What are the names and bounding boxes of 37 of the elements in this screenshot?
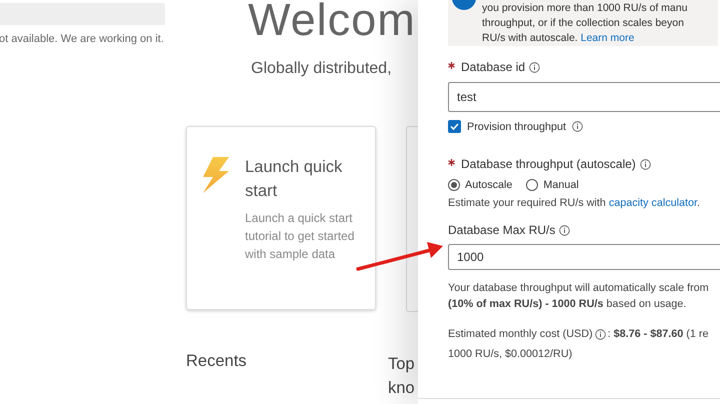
radio-button[interactable] <box>526 179 538 191</box>
capacity-calculator-link[interactable]: capacity calculator <box>608 197 698 209</box>
info-icon <box>529 62 540 72</box>
checkbox-label: Provision throughput <box>467 120 566 132</box>
heading-text: kno <box>388 378 415 399</box>
autoscale-text: (10% of max RU/s) - 1000 RU/s based on usage. <box>448 297 688 312</box>
cost-value: : $8.76 - $87.60 (1 re <box>608 327 708 342</box>
card-title: Launch quick start <box>245 157 344 202</box>
subtitle: Globally distributed, <box>251 60 393 78</box>
learn-more-link[interactable]: Learn more <box>580 32 634 44</box>
info-icon <box>594 328 606 340</box>
info-icon <box>572 121 584 132</box>
radio-button[interactable] <box>448 179 460 191</box>
autoscale-text: Your database throughput will automatically scale from <box>448 281 710 296</box>
heading-text: Top <box>388 354 415 375</box>
database-id-label: Database id <box>461 60 526 74</box>
estimate-text: Estimate your required RU/s with <box>448 197 607 209</box>
info-text: RU/s with autoscale. Learn more <box>482 31 636 46</box>
quick-start-card[interactable]: Launch quick start Launch a quick start tutorial to get started with sample data <box>186 126 376 310</box>
max-ru-label: Database Max RU/s <box>448 223 556 237</box>
cost-label: Estimated monthly cost (USD) <box>448 327 593 342</box>
max-ru-field[interactable]: 1000 <box>448 244 720 270</box>
checkbox[interactable] <box>448 120 461 133</box>
info-icon <box>559 224 570 236</box>
radio-label: Manual <box>543 179 579 191</box>
radio-label: Autoscale <box>465 179 512 191</box>
welcome-heading: Welcom <box>248 0 416 46</box>
database-id-field[interactable]: test <box>448 82 720 112</box>
recents-heading: Recents <box>186 352 247 371</box>
throughput-label: Database throughput (autoscale) <box>461 157 636 171</box>
info-text: throughput, or if the collection scales beyon <box>482 16 685 31</box>
cost-detail: 1000 RU/s, $0.00012/RU) <box>448 347 574 362</box>
period-text: . <box>697 197 700 209</box>
info-icon <box>640 158 651 170</box>
info-text: you provision more than 1000 RU/s of manu <box>482 1 688 16</box>
card-description: Launch a quick start tutorial to get started with sample data <box>245 210 356 263</box>
lightning-icon <box>201 157 231 193</box>
